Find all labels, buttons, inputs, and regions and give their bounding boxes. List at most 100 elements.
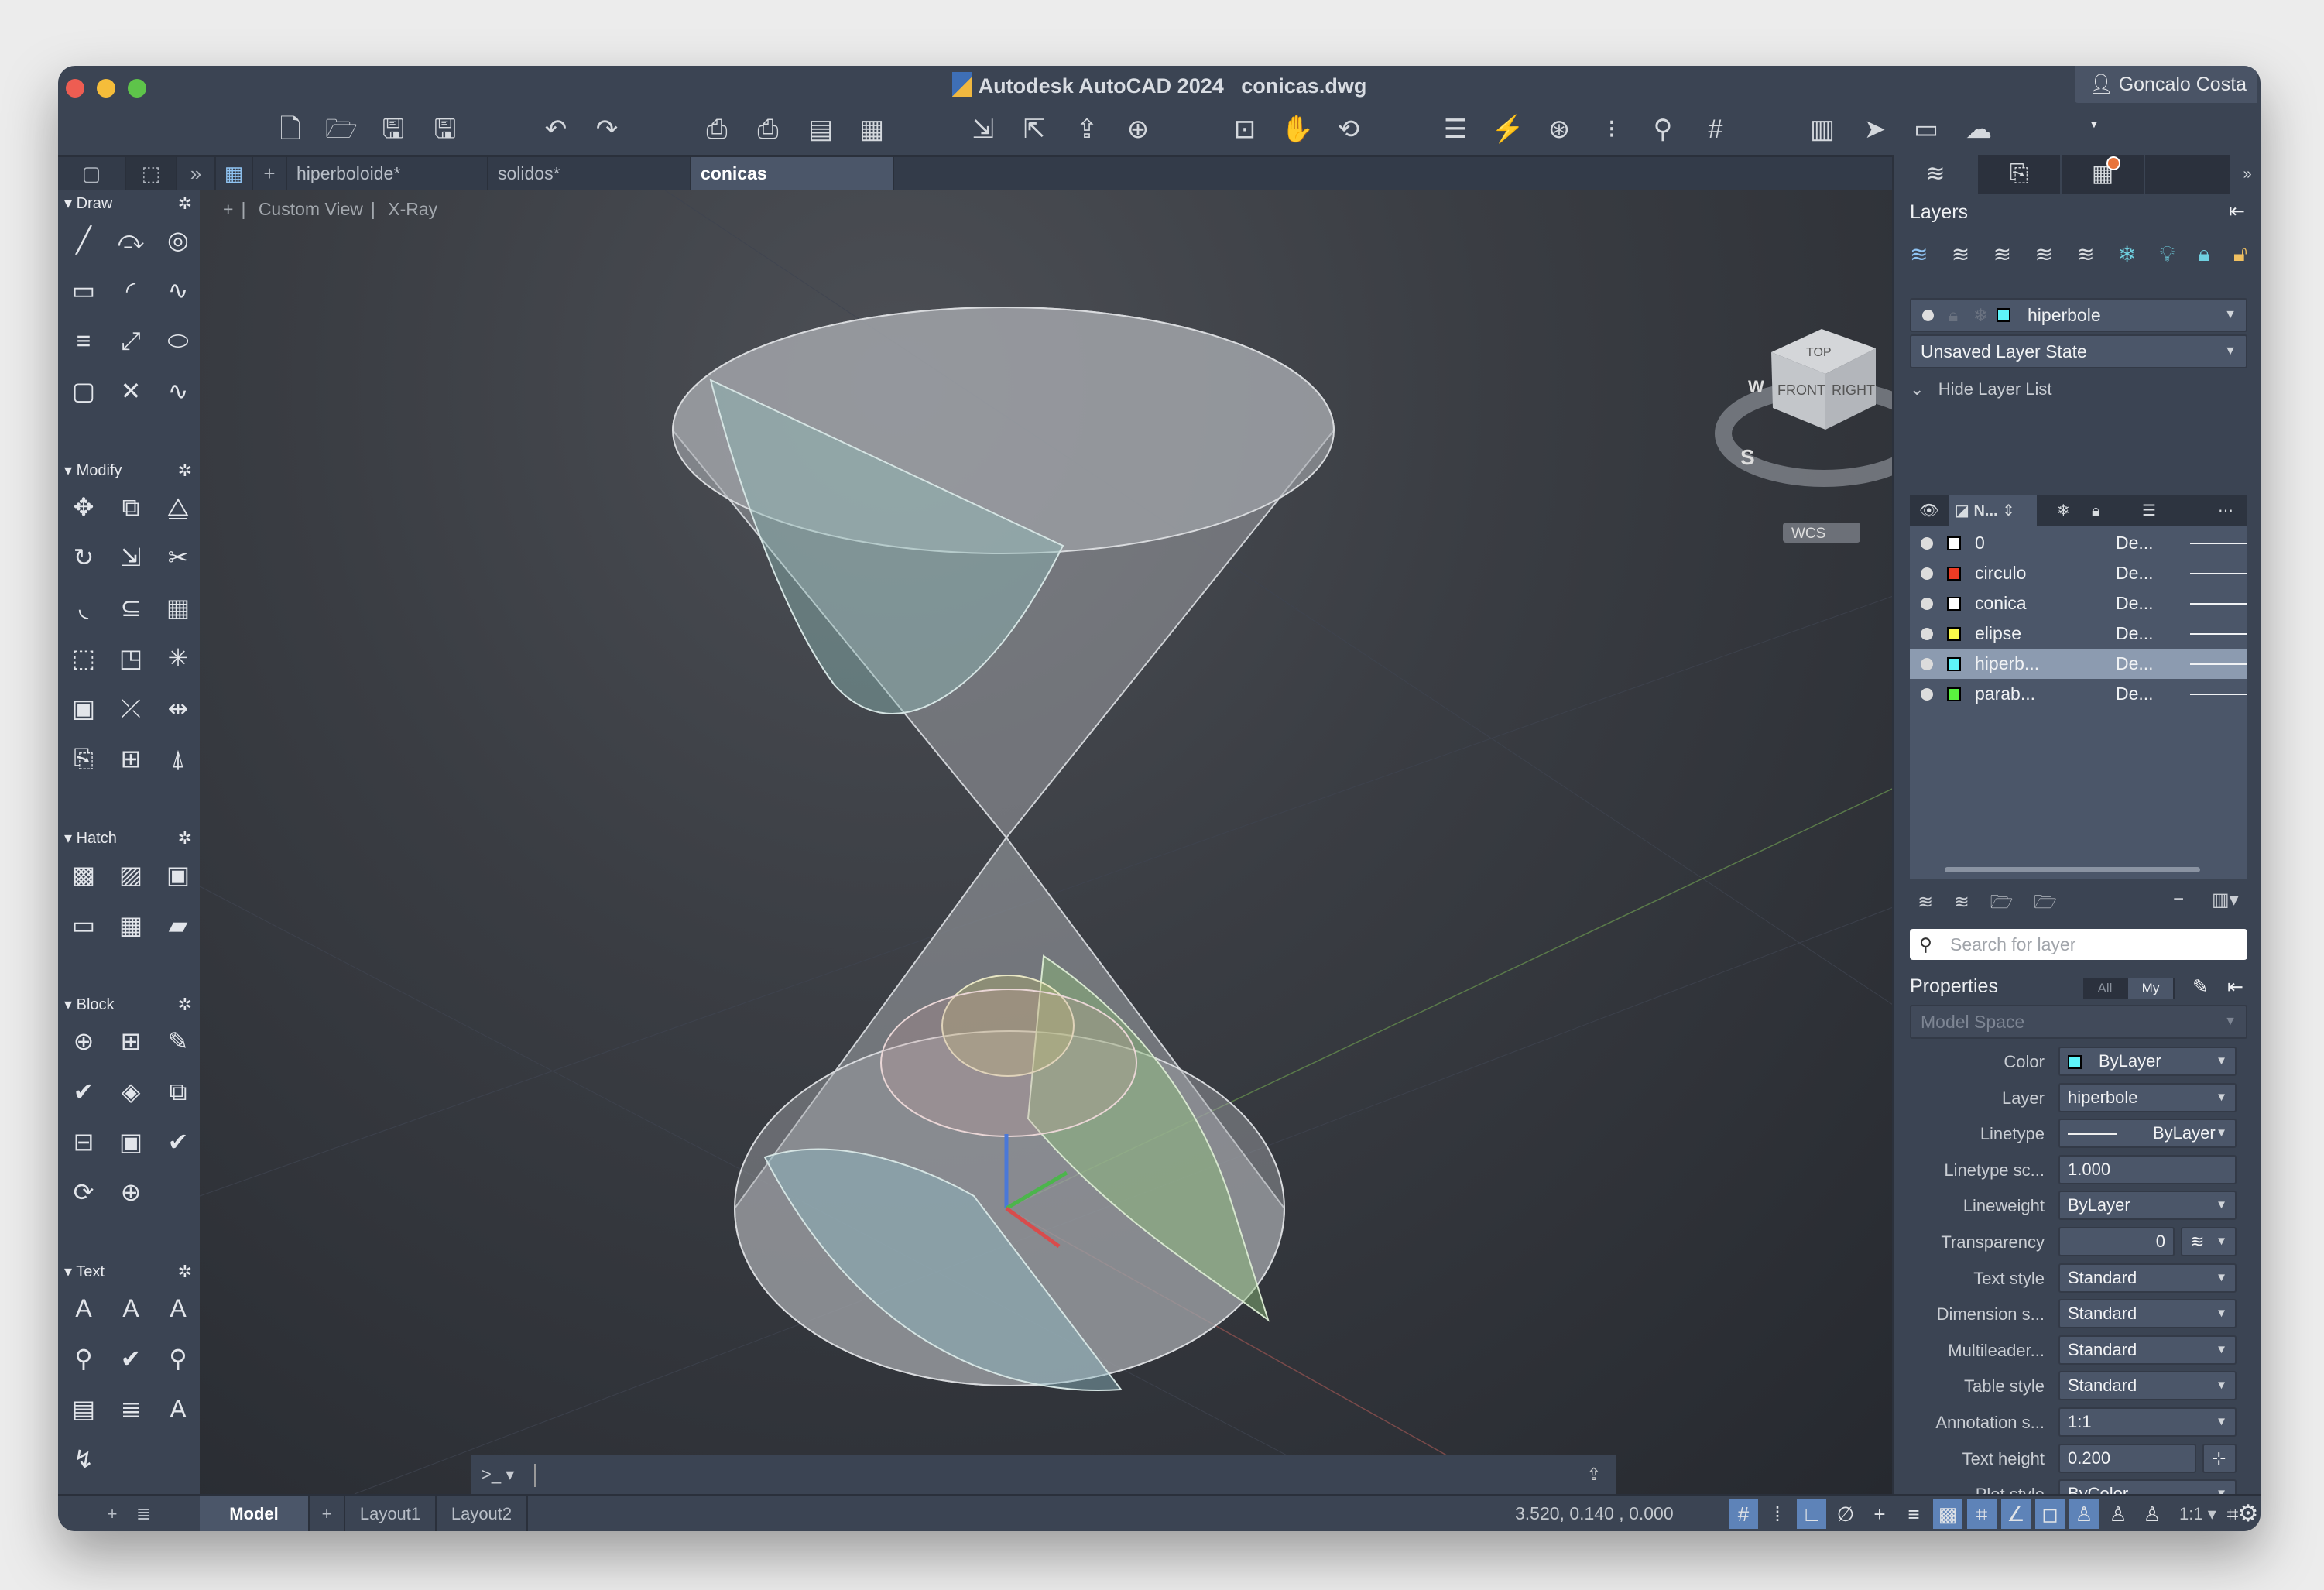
layer-visibility-toggle[interactable]: [1921, 688, 1933, 701]
polar-icon[interactable]: ∅: [1831, 1499, 1860, 1529]
pdf-import-icon[interactable]: ↯: [64, 1440, 103, 1479]
group-icon[interactable]: ⊞: [111, 739, 150, 778]
pan-hand-icon[interactable]: ✋: [1280, 112, 1315, 146]
layer-visibility-toggle[interactable]: [1921, 537, 1933, 550]
collapse-icon[interactable]: −: [2173, 889, 2184, 910]
property-value-lineweight[interactable]: ByLayer ▼: [2058, 1191, 2237, 1221]
layer-visibility-toggle[interactable]: [1921, 598, 1933, 610]
attachments-tab-icon[interactable]: ⎘: [1978, 155, 2060, 194]
move-icon[interactable]: ✥: [64, 488, 103, 526]
freeze-layer-icon[interactable]: ❄: [2118, 242, 2136, 267]
gear-icon[interactable]: ✲: [178, 457, 192, 485]
web-icon[interactable]: ⊕: [1121, 112, 1155, 146]
layer-color-swatch[interactable]: [1947, 597, 1961, 611]
dynamic-ucs-icon[interactable]: ∠: [2001, 1499, 2031, 1529]
wcs-menu[interactable]: WCS: [1791, 526, 1825, 542]
layer-color-swatch[interactable]: [1947, 567, 1961, 581]
palette-section-modify[interactable]: ▾ Modify ✲: [58, 457, 200, 485]
grid-icon[interactable]: #: [1729, 1499, 1758, 1529]
new-group-filter-icon[interactable]: ≋: [1954, 892, 1969, 913]
selection-filter-icon[interactable]: ◻: [2035, 1499, 2065, 1529]
3d-box-icon[interactable]: ⬚: [64, 639, 103, 677]
purge-icon[interactable]: ⚲: [1646, 112, 1680, 146]
properties-context-dropdown[interactable]: Model Space ▼: [1910, 1005, 2247, 1039]
xref-icon[interactable]: ⊛: [1542, 112, 1576, 146]
viewcube-top[interactable]: TOP: [1806, 346, 1832, 359]
file-tab-solidos[interactable]: solidos*: [488, 157, 691, 190]
ellipse-icon[interactable]: ⬭: [159, 321, 197, 360]
user-menu[interactable]: 👤︎ Goncalo Costa ▼: [2075, 66, 2257, 130]
layer-row[interactable]: circulo De...: [1910, 558, 2247, 588]
layer-color-swatch[interactable]: [1947, 627, 1961, 641]
linetype-column-icon[interactable]: ☰: [2142, 495, 2156, 526]
visual-style-menu-button[interactable]: X-Ray: [388, 199, 437, 219]
rotate-icon[interactable]: ↻: [64, 538, 103, 577]
palette-menu-icon[interactable]: ≣: [136, 1504, 150, 1523]
drawing-viewport[interactable]: TOP FRONT RIGHT N S E W WCS +| Custom Vi…: [200, 190, 1948, 1494]
hide-layer-list-toggle[interactable]: ⌄ Hide Layer List: [1910, 379, 2052, 399]
batch-plot-icon[interactable]: ⎙: [751, 112, 785, 146]
undo-icon[interactable]: ↶: [539, 112, 573, 146]
mirror-icon[interactable]: ⧋: [159, 488, 197, 526]
wipeout-icon[interactable]: ▭: [64, 906, 103, 944]
calendar-tab-icon[interactable]: ▦: [2062, 155, 2144, 194]
palette-section-block[interactable]: ▾ Block ✲: [58, 991, 200, 1019]
layer-row[interactable]: parab... De...: [1910, 679, 2247, 709]
viewcube-right[interactable]: RIGHT: [1832, 382, 1875, 398]
rectangle-icon[interactable]: ▭: [64, 271, 103, 310]
compare-icon[interactable]: ▥: [1805, 112, 1839, 146]
layer-list-scrollbar[interactable]: [1945, 867, 2200, 872]
dock-panel-icon[interactable]: ⇤: [2229, 200, 2245, 223]
zoom-window-icon[interactable]: ⊡: [1228, 112, 1262, 146]
gear-icon[interactable]: ✲: [178, 824, 192, 852]
palette-section-text[interactable]: ▾ Text ✲: [58, 1258, 200, 1286]
line-icon[interactable]: ╱: [64, 221, 103, 259]
array-icon[interactable]: ▦: [159, 588, 197, 627]
layer-walk-icon[interactable]: ≋: [2034, 242, 2052, 267]
text-frame-icon[interactable]: ▤: [64, 1390, 103, 1428]
name-column-header[interactable]: ◪ N... ⇕: [1949, 495, 2037, 526]
gear-icon[interactable]: ✲: [178, 1258, 192, 1286]
command-prompt-icon[interactable]: >_ ▾: [482, 1465, 514, 1484]
layer-visibility-toggle[interactable]: [1921, 567, 1933, 580]
dock-properties-icon[interactable]: ⇤: [2227, 975, 2243, 999]
transparency-icon[interactable]: ▩: [1933, 1499, 1962, 1529]
cloud-sync-icon[interactable]: ☁: [1962, 112, 1996, 146]
image-icon[interactable]: ▰: [159, 906, 197, 944]
compass-west[interactable]: W: [1748, 377, 1764, 396]
layer-row[interactable]: elipse De...: [1910, 619, 2247, 649]
command-history-icon[interactable]: ⇪: [1587, 1455, 1601, 1494]
send-icon[interactable]: ➤: [1858, 112, 1892, 146]
share-icon[interactable]: ⇪: [1070, 112, 1104, 146]
layer-row[interactable]: 0 De...: [1910, 528, 2247, 558]
pedit-icon[interactable]: ⍋: [159, 739, 197, 778]
coordinates-readout[interactable]: 3.520, 0.140 , 0.000: [1515, 1496, 1674, 1531]
viewport-menu-button[interactable]: +: [223, 199, 233, 219]
view-menu-button[interactable]: Custom View: [259, 199, 363, 219]
publish-icon[interactable]: ▦: [855, 112, 889, 146]
file-tabs-grid-icon[interactable]: ▦: [216, 157, 253, 190]
text-style-icon[interactable]: A: [159, 1289, 197, 1328]
lock-layer-icon[interactable]: 🔒︎: [2199, 242, 2210, 267]
save-icon[interactable]: 🖫: [376, 112, 410, 146]
compass-south[interactable]: S: [1740, 445, 1755, 469]
gear-icon[interactable]: ✲: [178, 991, 192, 1019]
ray-icon[interactable]: ⤢: [111, 321, 150, 360]
insert-block-icon[interactable]: ⊕: [64, 1022, 103, 1061]
define-attributes-icon[interactable]: ✔: [64, 1072, 103, 1111]
layout-tab-layout1[interactable]: Layout1: [345, 1496, 437, 1531]
edit-block-icon[interactable]: ✎: [159, 1022, 197, 1061]
performance-icon[interactable]: ▭: [1909, 112, 1943, 146]
snap-icon[interactable]: ⁞: [1763, 1499, 1792, 1529]
property-value-dimension-s-[interactable]: Standard ▼: [2058, 1299, 2237, 1329]
command-line[interactable]: >_ ▾ ⇪: [471, 1455, 1616, 1494]
quick-select-icon[interactable]: ⚡: [1491, 112, 1525, 146]
redo-icon[interactable]: ↷: [590, 112, 624, 146]
file-tab-hiperboloide[interactable]: hiperboloide*: [287, 157, 488, 190]
block-palette-icon[interactable]: ▣: [111, 1122, 150, 1161]
property-value-text-style[interactable]: Standard ▼: [2058, 1263, 2237, 1293]
fillet-icon[interactable]: ◟: [64, 588, 103, 627]
orbit-icon[interactable]: ⟲: [1332, 112, 1366, 146]
layout-tab-add[interactable]: +: [310, 1496, 345, 1531]
explode-icon[interactable]: ✳: [159, 639, 197, 677]
